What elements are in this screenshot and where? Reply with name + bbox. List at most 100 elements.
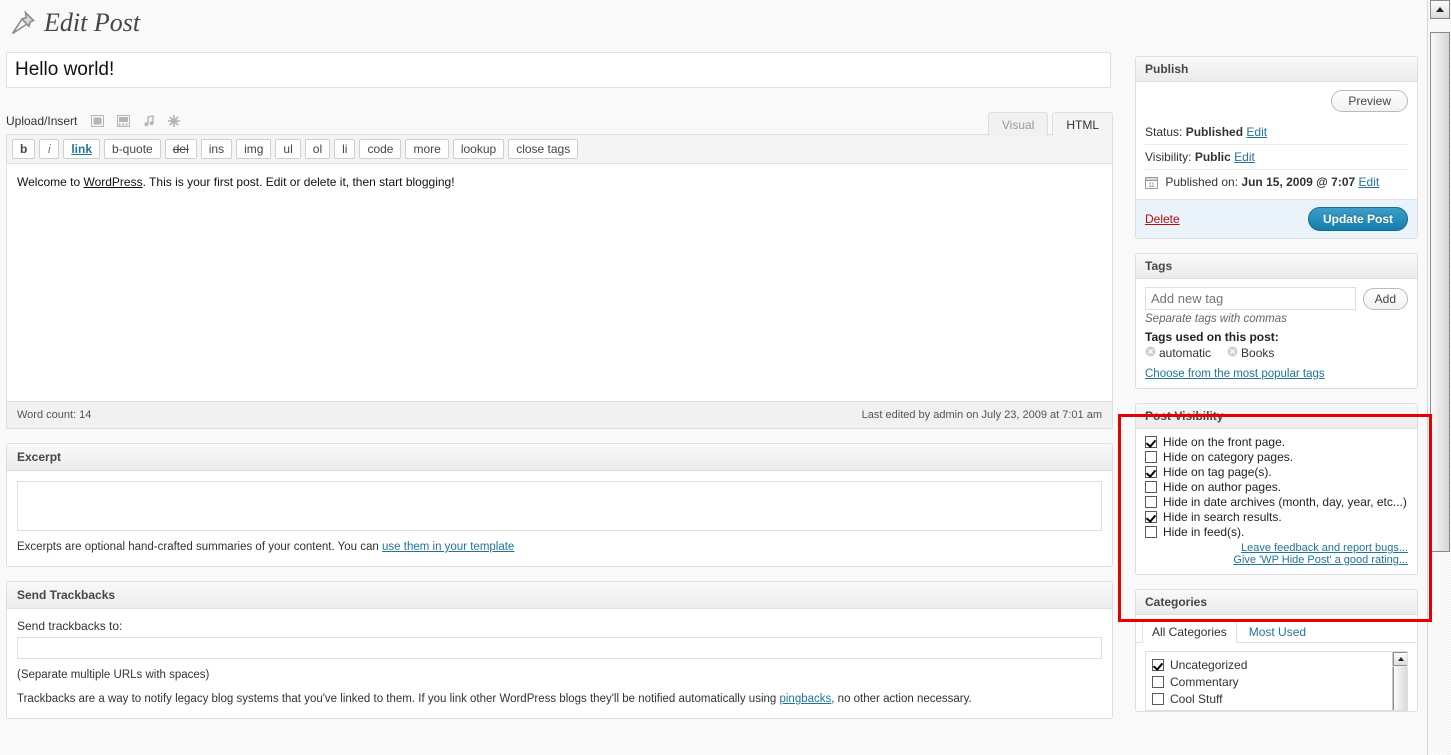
pingbacks-link[interactable]: pingbacks — [779, 693, 831, 705]
visibility-option[interactable]: Hide on the front page. — [1145, 435, 1408, 450]
trackbacks-hint: (Separate multiple URLs with spaces) — [17, 667, 1102, 684]
publish-footer: Delete Update Post — [1136, 199, 1417, 238]
tab-most-used[interactable]: Most Used — [1239, 621, 1316, 643]
rating-link[interactable]: Give 'WP Hide Post' a good rating... — [1145, 554, 1408, 566]
tags-used-list: automatic Books — [1145, 346, 1408, 360]
preview-row: Preview — [1145, 90, 1408, 120]
excerpt-body: Excerpts are optional hand-crafted summa… — [7, 471, 1112, 566]
tags-body: Add Separate tags with commas Tags used … — [1136, 279, 1417, 388]
preview-button[interactable]: Preview — [1331, 90, 1408, 112]
trackbacks-note-prefix: Trackbacks are a way to notify legacy bl… — [17, 693, 779, 705]
checkbox-hide-feeds[interactable] — [1145, 526, 1157, 538]
quicktag-lookup[interactable]: lookup — [453, 139, 504, 159]
visibility-value: Public — [1195, 150, 1231, 164]
checkbox-hide-author-pages[interactable] — [1145, 481, 1157, 493]
excerpt-textarea[interactable] — [17, 481, 1102, 531]
quicktag-close-tags[interactable]: close tags — [508, 139, 578, 159]
delete-link[interactable]: Delete — [1145, 212, 1180, 226]
page-title: Edit Post — [44, 10, 140, 36]
checkbox-hide-category-pages[interactable] — [1145, 451, 1157, 463]
upload-insert-row: Upload/Insert Visual HTML — [6, 108, 1113, 134]
new-tag-input[interactable] — [1145, 287, 1356, 310]
checkbox-uncategorized[interactable] — [1152, 659, 1164, 671]
post-title-input[interactable] — [6, 52, 1111, 88]
quicktag-bquote[interactable]: b-quote — [104, 139, 161, 159]
media-icon[interactable] — [168, 115, 180, 127]
category-label: Uncategorized — [1170, 658, 1247, 672]
visibility-option[interactable]: Hide on author pages. — [1145, 480, 1408, 495]
option-label: Hide on category pages. — [1163, 450, 1293, 465]
quicktag-ol[interactable]: ol — [305, 139, 330, 159]
categories-tabs: All Categories Most Used — [1136, 615, 1417, 643]
checkbox-commentary[interactable] — [1152, 676, 1164, 688]
visibility-option[interactable]: Hide on tag page(s). — [1145, 465, 1408, 480]
checkbox-hide-tag-pages[interactable] — [1145, 466, 1157, 478]
feedback-link[interactable]: Leave feedback and report bugs... — [1145, 542, 1408, 554]
category-item[interactable]: Cool Stuff — [1152, 690, 1401, 707]
trackbacks-field-label: Send trackbacks to: — [17, 619, 1102, 633]
video-icon[interactable] — [117, 115, 130, 127]
categories-scrollbar[interactable] — [1392, 652, 1407, 710]
image-icon[interactable] — [91, 115, 104, 127]
checkbox-cool-stuff[interactable] — [1152, 693, 1164, 705]
categories-scroll-thumb[interactable] — [1393, 667, 1408, 711]
visibility-option[interactable]: Hide on category pages. — [1145, 450, 1408, 465]
post-visibility-heading: Post Visibility — [1136, 404, 1417, 429]
checkbox-hide-date-archives[interactable] — [1145, 496, 1157, 508]
remove-tag-icon[interactable] — [1227, 346, 1238, 360]
trackbacks-input[interactable] — [17, 637, 1102, 659]
status-label: Status: — [1145, 125, 1182, 139]
categories-list: Uncategorized Commentary Cool Stuff — [1145, 651, 1408, 711]
update-post-button[interactable]: Update Post — [1308, 207, 1408, 231]
published-on-row: 11 Published on: Jun 15, 2009 @ 7:07 Edi… — [1145, 170, 1408, 197]
quicktag-bold[interactable]: b — [12, 139, 35, 159]
publish-heading: Publish — [1136, 57, 1417, 82]
scroll-up-button[interactable] — [1430, 0, 1450, 19]
checkbox-hide-front-page[interactable] — [1145, 436, 1157, 448]
remove-tag-icon[interactable] — [1145, 346, 1156, 360]
quicktag-italic[interactable]: i — [39, 139, 59, 159]
visibility-edit-link[interactable]: Edit — [1234, 150, 1255, 164]
media-buttons — [91, 115, 180, 127]
categories-heading: Categories — [1136, 590, 1417, 615]
quicktag-ins[interactable]: ins — [201, 139, 232, 159]
content-suffix: . This is your first post. Edit or delet… — [143, 175, 455, 189]
quicktag-li[interactable]: li — [334, 139, 355, 159]
status-edit-link[interactable]: Edit — [1246, 125, 1267, 139]
scroll-thumb[interactable] — [1430, 32, 1450, 552]
post-content-textarea[interactable]: Welcome to WordPress. This is your first… — [6, 164, 1113, 402]
category-item[interactable]: Commentary — [1152, 673, 1401, 690]
trackbacks-note: Trackbacks are a way to notify legacy bl… — [17, 691, 1102, 708]
categories-scroll-up-button[interactable] — [1393, 652, 1408, 666]
quicktag-link[interactable]: link — [63, 139, 100, 159]
trackbacks-note-suffix: , no other action necessary. — [831, 693, 971, 705]
quicktag-img[interactable]: img — [236, 139, 271, 159]
quicktag-del[interactable]: del — [165, 139, 197, 159]
visibility-option[interactable]: Hide in search results. — [1145, 510, 1408, 525]
tab-html[interactable]: HTML — [1052, 112, 1113, 136]
quicktag-more[interactable]: more — [405, 139, 448, 159]
audio-icon[interactable] — [143, 115, 155, 127]
calendar-icon: 11 — [1145, 178, 1161, 192]
triangle-up-icon — [1436, 7, 1444, 12]
tab-all-categories[interactable]: All Categories — [1142, 621, 1237, 643]
post-visibility-body: Hide on the front page. Hide on category… — [1136, 429, 1417, 574]
checkbox-hide-search-results[interactable] — [1145, 511, 1157, 523]
visibility-option[interactable]: Hide in feed(s). — [1145, 525, 1408, 540]
visibility-row: Visibility: Public Edit — [1145, 145, 1408, 170]
excerpt-template-link[interactable]: use them in your template — [382, 541, 514, 553]
tab-visual[interactable]: Visual — [988, 112, 1048, 136]
status-value: Published — [1186, 125, 1243, 139]
popular-tags-link[interactable]: Choose from the most popular tags — [1145, 368, 1408, 380]
quicktag-ul[interactable]: ul — [275, 139, 300, 159]
category-item[interactable]: Uncategorized — [1152, 656, 1401, 673]
excerpt-box: Excerpt Excerpts are optional hand-craft… — [6, 443, 1113, 567]
category-label: Cool Stuff — [1170, 692, 1222, 706]
add-tag-button[interactable]: Add — [1363, 288, 1408, 310]
published-on-edit-link[interactable]: Edit — [1359, 175, 1380, 189]
quicktag-code[interactable]: code — [359, 139, 401, 159]
page-scrollbar[interactable] — [1427, 0, 1451, 755]
tags-used-label: Tags used on this post: — [1145, 330, 1408, 344]
visibility-option[interactable]: Hide in date archives (month, day, year,… — [1145, 495, 1408, 510]
main-column: Upload/Insert Visual HTML — [6, 52, 1113, 719]
